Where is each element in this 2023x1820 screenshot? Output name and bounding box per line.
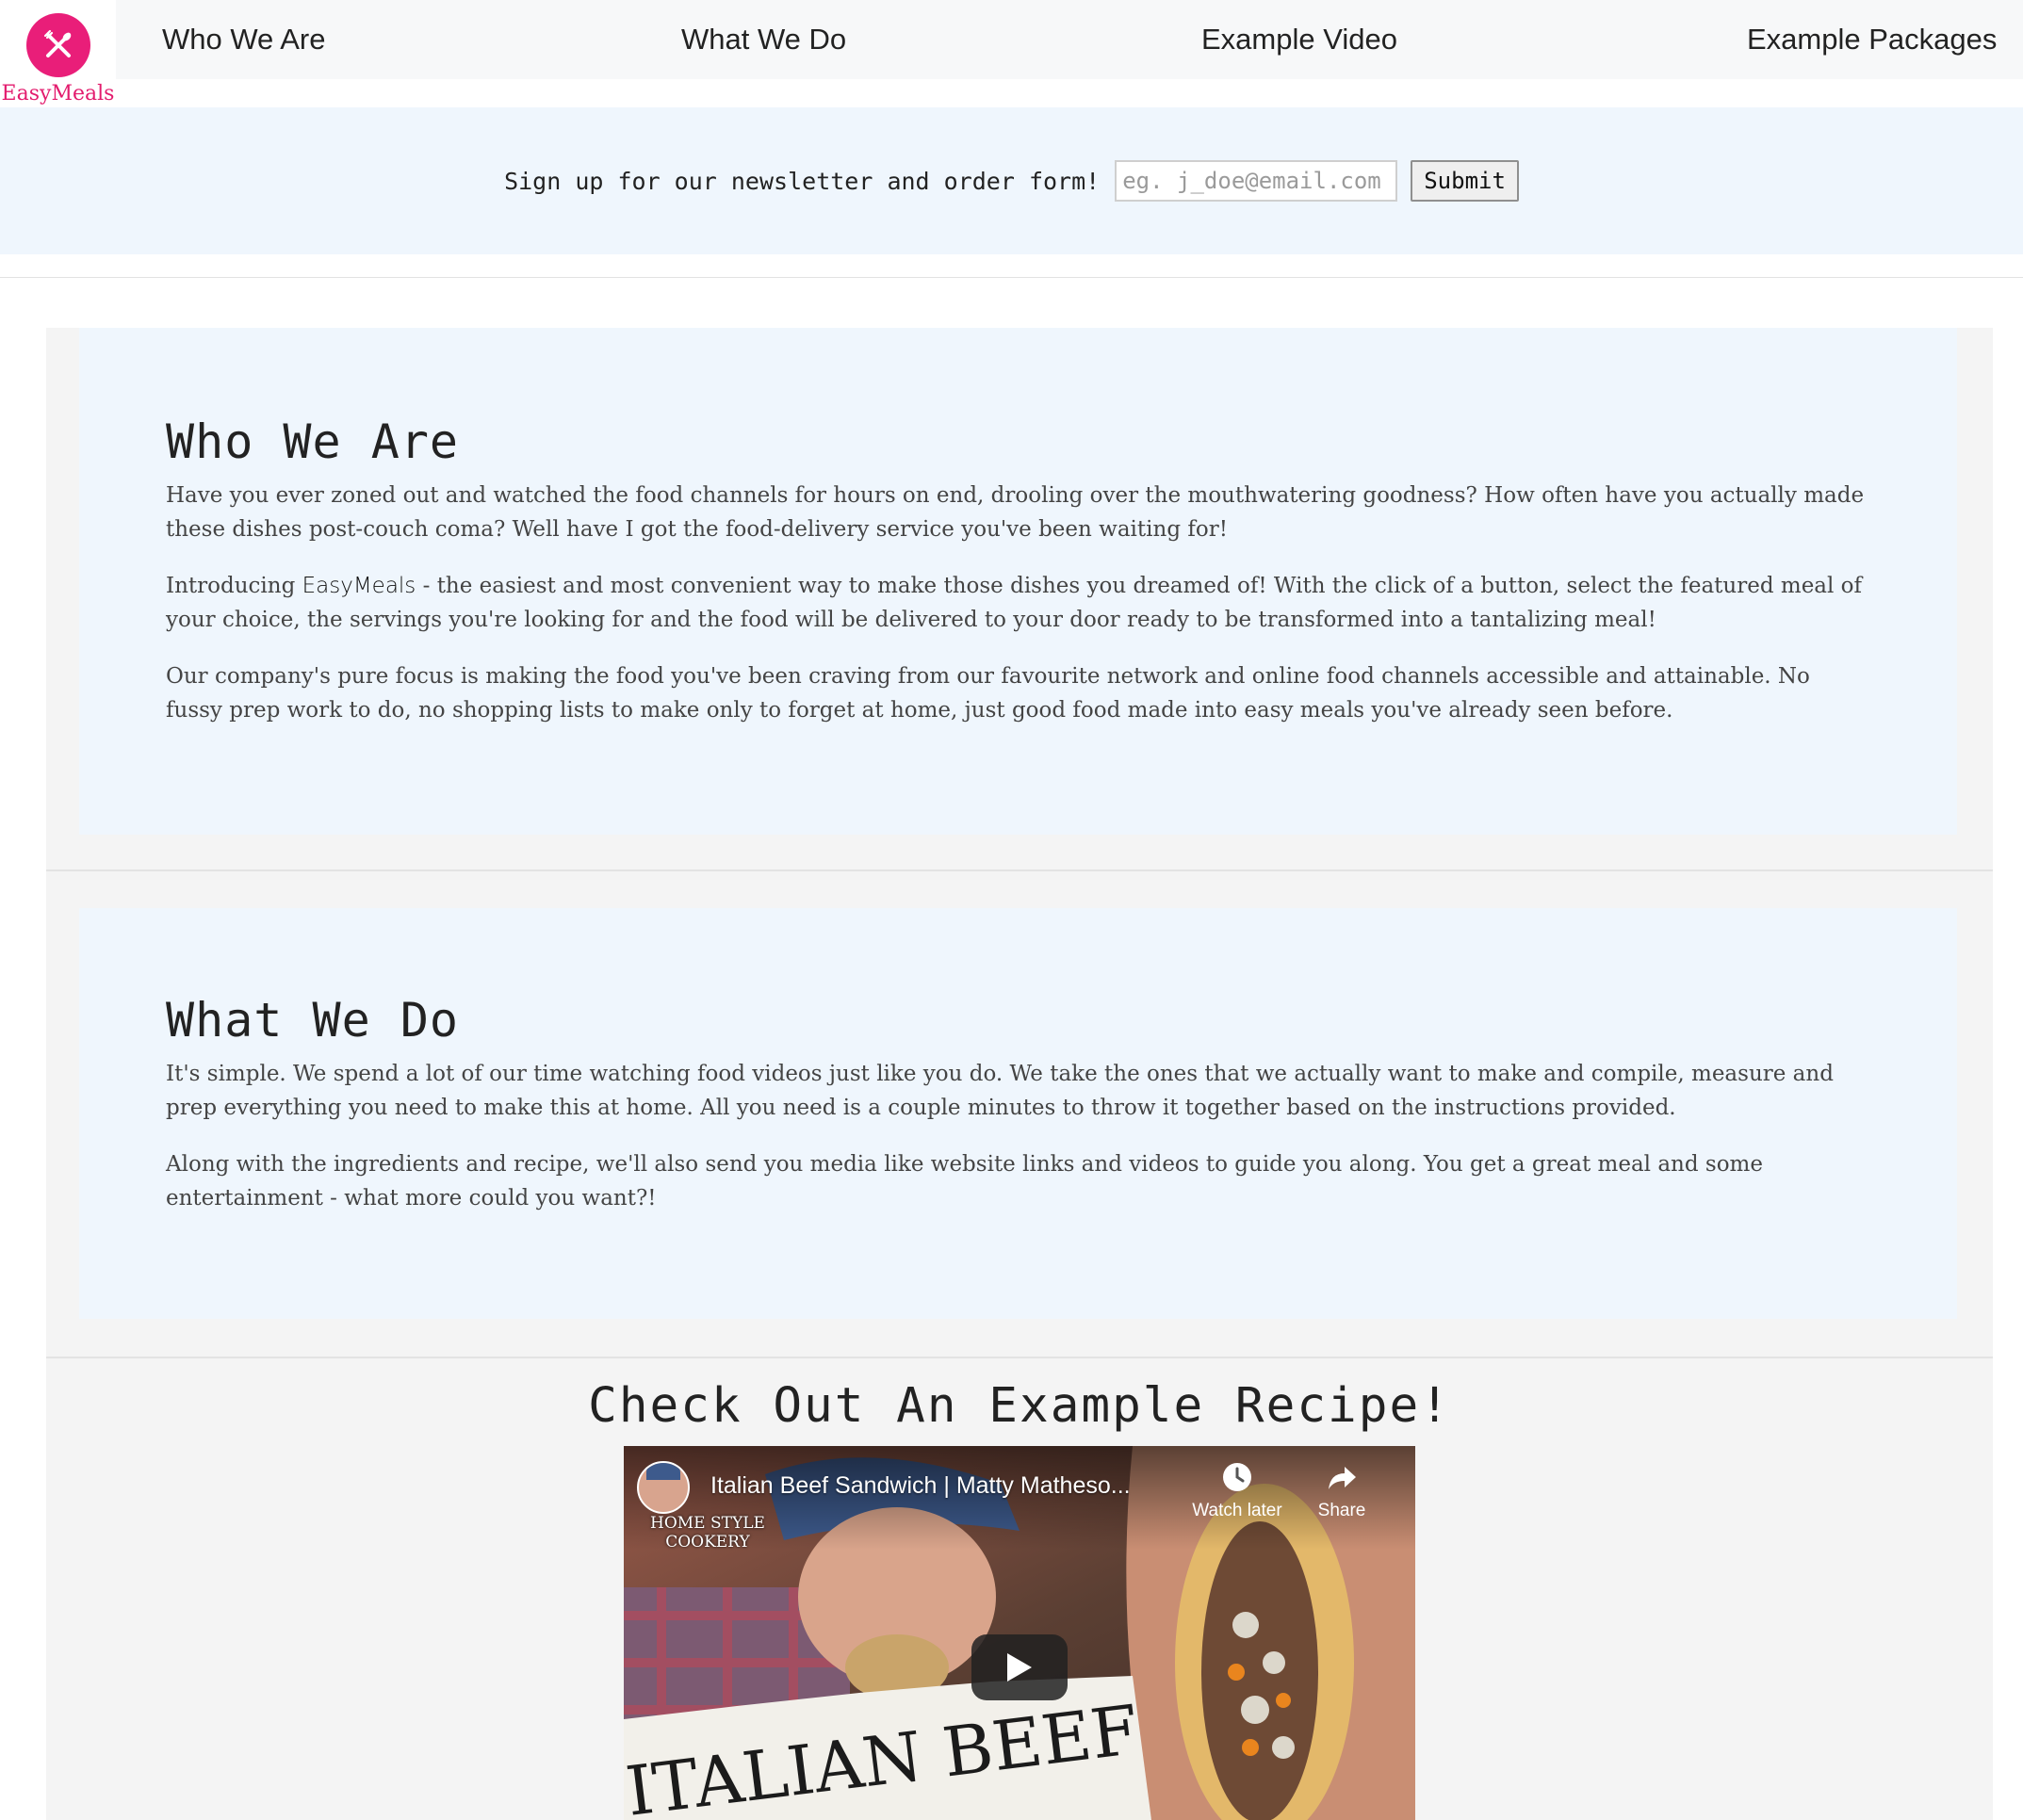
nav-item-what-we-do[interactable]: What We Do xyxy=(681,0,846,79)
logo[interactable]: EasyMeals xyxy=(0,0,116,111)
intro-rest-text: - the easiest and most convenient way to… xyxy=(166,574,1863,632)
channel-badge-line: COOKERY xyxy=(665,1533,750,1552)
clock-icon xyxy=(1223,1463,1251,1491)
video-player[interactable]: ITALIAN BEEF HOME STYLE COOKERY Italian … xyxy=(624,1446,1415,1820)
video-thumbnail: ITALIAN BEEF xyxy=(624,1446,1415,1820)
play-button[interactable] xyxy=(971,1634,1068,1700)
play-icon xyxy=(1007,1653,1032,1682)
email-input[interactable] xyxy=(1115,160,1398,202)
who-we-are-paragraph-3: Our company's pure focus is making the f… xyxy=(166,664,1810,723)
video-title[interactable]: Italian Beef Sandwich | Matty Matheso... xyxy=(710,1472,1131,1500)
channel-avatar[interactable] xyxy=(637,1461,690,1514)
intro-text: Introducing xyxy=(166,574,302,598)
what-we-do-title: What We Do xyxy=(166,993,460,1048)
example-recipe-title: Check Out An Example Recipe! xyxy=(588,1378,1451,1434)
who-we-are-paragraph-2: Introducing EasyMeals - the easiest and … xyxy=(166,569,1871,637)
watch-later-label: Watch later xyxy=(1192,1501,1282,1520)
who-we-are-title: Who We Are xyxy=(166,414,460,469)
share-label: Share xyxy=(1317,1501,1366,1520)
who-we-are-section: Who We Are Have you ever zoned out and w… xyxy=(79,328,1957,835)
watch-later-button[interactable]: Watch later xyxy=(1185,1461,1289,1521)
logo-text: EasyMeals xyxy=(1,82,115,106)
share-button[interactable]: Share xyxy=(1304,1461,1379,1521)
what-we-do-paragraph-1: It's simple. We spend a lot of our time … xyxy=(166,1062,1834,1120)
nav-item-who-we-are[interactable]: Who We Are xyxy=(162,0,325,79)
what-we-do-section: What We Do It's simple. We spend a lot o… xyxy=(79,908,1957,1319)
nav-item-example-packages[interactable]: Example Packages xyxy=(1747,0,1997,79)
fork-knife-icon xyxy=(25,13,90,77)
section-divider xyxy=(46,869,1993,871)
share-icon xyxy=(1329,1467,1356,1489)
what-we-do-paragraph-2: Along with the ingredients and recipe, w… xyxy=(166,1152,1763,1211)
top-nav: Who We Are What We Do Example Video Exam… xyxy=(116,0,2023,79)
newsletter-form: Sign up for our newsletter and order for… xyxy=(504,160,1519,202)
channel-badge: HOME STYLE COOKERY xyxy=(650,1514,765,1552)
newsletter-label: Sign up for our newsletter and order for… xyxy=(504,167,1101,195)
brand-name: EasyMeals xyxy=(302,574,416,598)
nav-item-example-video[interactable]: Example Video xyxy=(1201,0,1397,79)
main-content: Who We Are Have you ever zoned out and w… xyxy=(46,328,1993,1820)
newsletter-bar: Sign up for our newsletter and order for… xyxy=(0,107,2023,254)
channel-badge-line: HOME STYLE xyxy=(650,1514,765,1533)
section-divider xyxy=(46,1357,1993,1358)
divider xyxy=(0,277,2023,278)
who-we-are-paragraph-1: Have you ever zoned out and watched the … xyxy=(166,483,1865,542)
submit-button[interactable]: Submit xyxy=(1411,160,1519,202)
